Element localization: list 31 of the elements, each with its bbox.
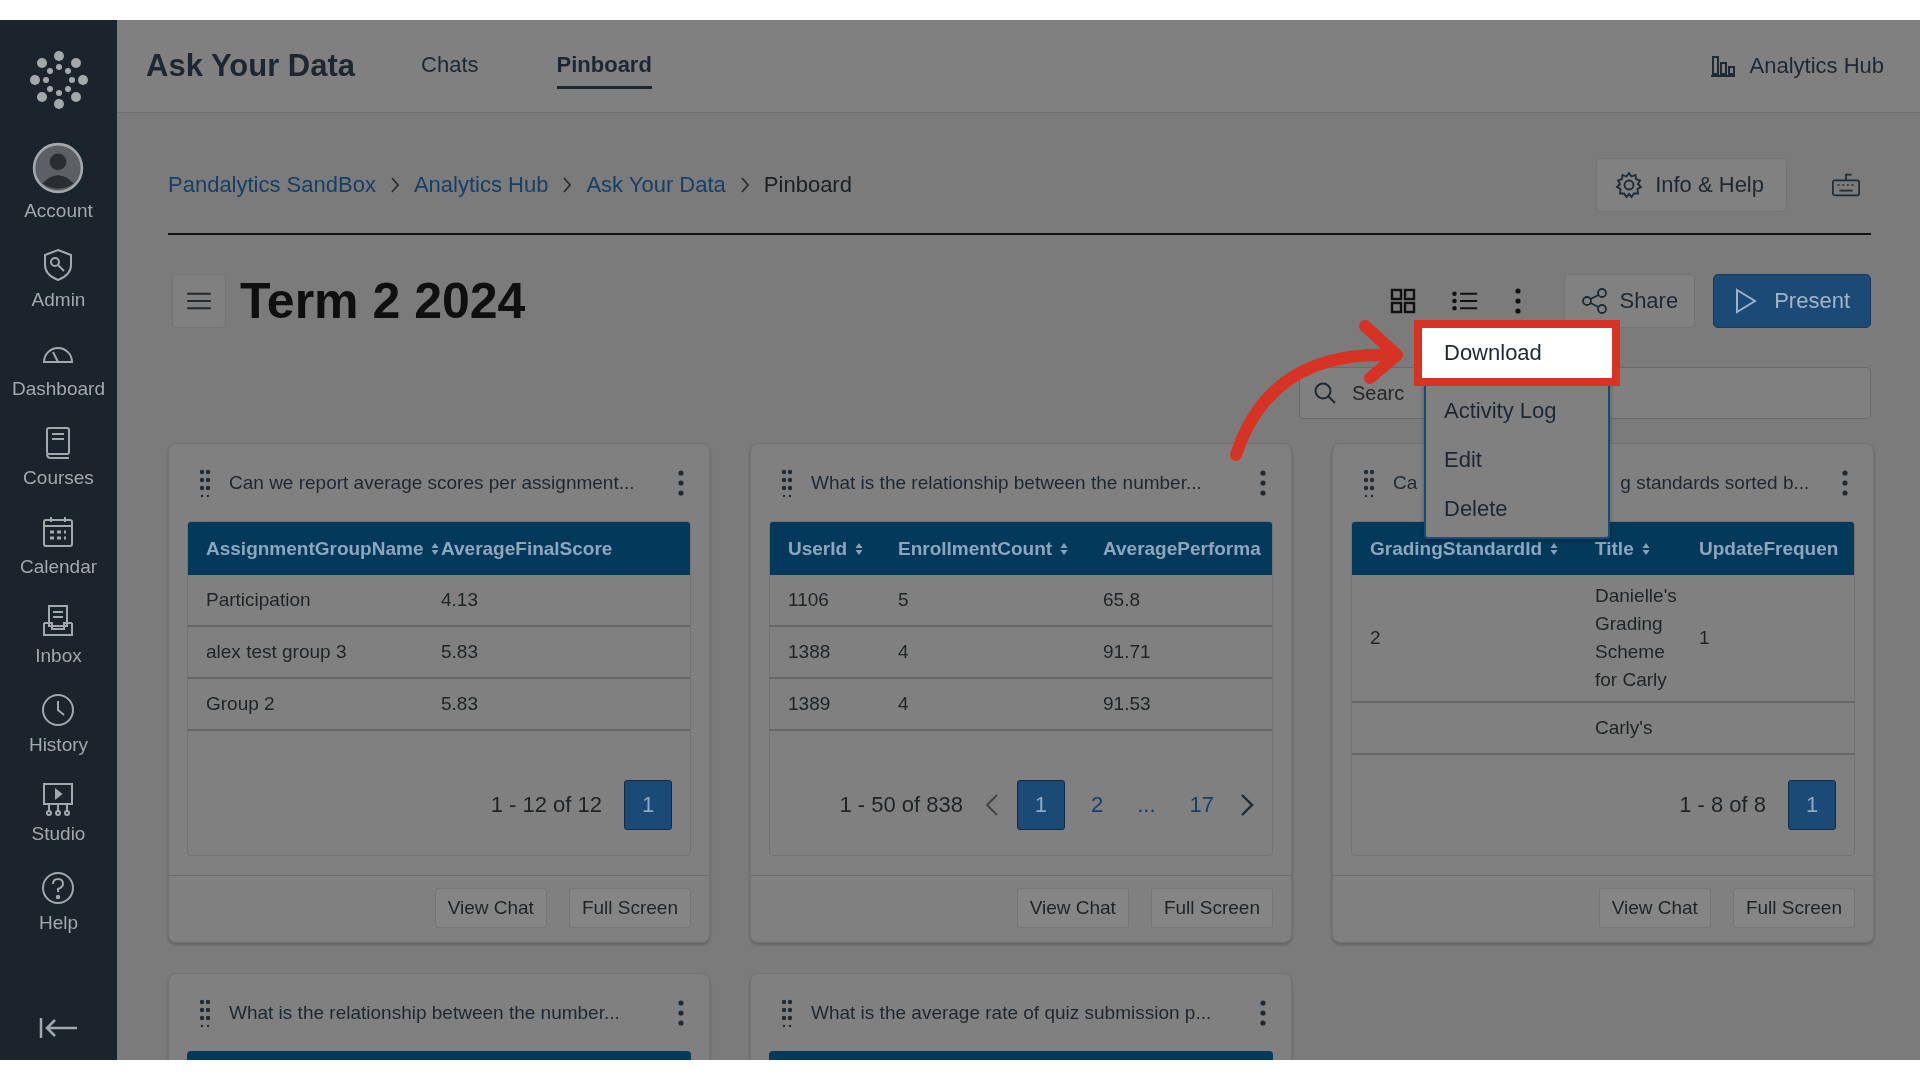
table-cell: 5.83 [441, 693, 478, 714]
page-summary: 1 - 12 of 12 [490, 792, 602, 818]
table-cell: 4 [898, 641, 909, 662]
app-title: Ask Your Data [146, 48, 356, 84]
table-cell: 5 [898, 589, 909, 610]
table-cell: 2 [1370, 627, 1381, 648]
card-title: Ca [1393, 471, 1418, 494]
table-cell: 1106 [788, 589, 829, 610]
table-cell: 65.8 [1103, 589, 1140, 610]
table-cell: 1 [1699, 627, 1710, 648]
table-cell: Danielle's Grading Scheme for Carly [1595, 585, 1677, 690]
card-title: What is the relationship between the number... [229, 1001, 620, 1024]
table-cell: 1389 [788, 693, 831, 714]
page-summary: 1 - 8 of 8 [1679, 792, 1766, 818]
table-cell: 91.71 [1103, 641, 1151, 662]
table-cell: Participation [206, 589, 311, 610]
table-cell: 5.83 [441, 641, 478, 662]
table-cell: 4.13 [441, 589, 478, 610]
card-title: Can we report average scores per assignment... [229, 471, 635, 494]
card-title: What is the average rate of quiz submission p... [811, 1001, 1212, 1024]
table-cell: Carly's [1595, 717, 1653, 738]
card-title: g standards sorted b... [1620, 471, 1810, 494]
table-cell: 1388 [788, 641, 831, 662]
table-cell: 4 [898, 693, 909, 714]
breadcrumb-item: Pinboard [763, 172, 852, 198]
page-title: Term 2 2024 [240, 272, 526, 330]
table-cell: alex test group 3 [206, 641, 347, 662]
table-cell: Group 2 [206, 693, 275, 714]
table-cell: 91.53 [1103, 693, 1151, 714]
card-title: What is the relationship between the number... [811, 471, 1202, 494]
page-summary: 1 - 50 of 838 [839, 792, 963, 818]
